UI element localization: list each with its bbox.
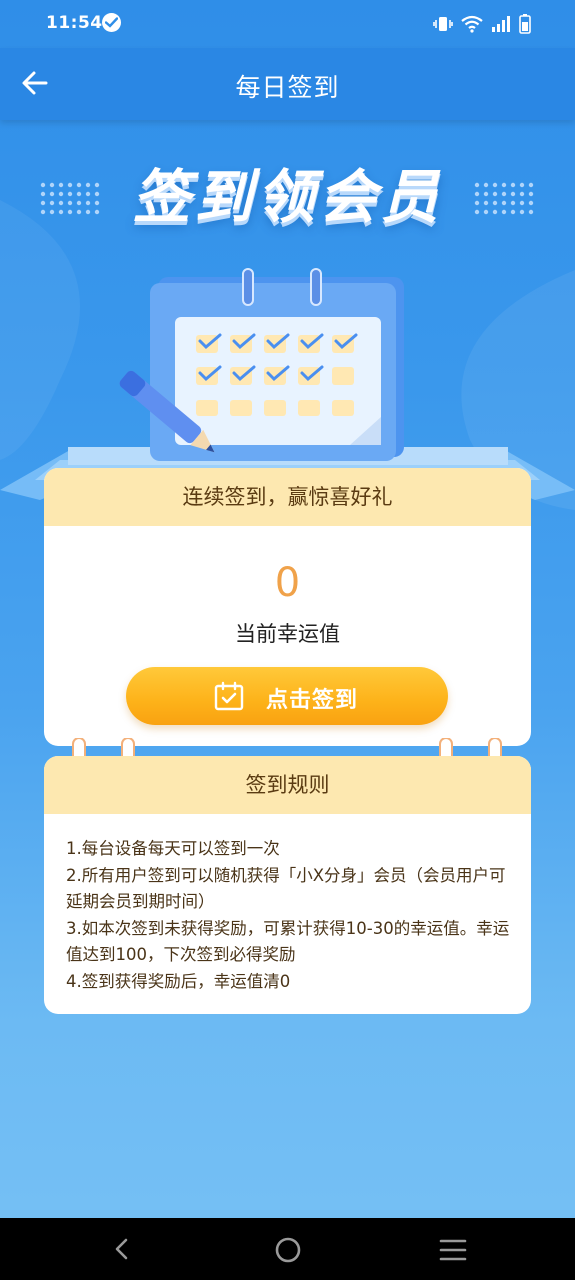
- rule-item: 1.每台设备每天可以签到一次: [66, 839, 280, 858]
- wifi-icon: [461, 15, 483, 33]
- rules-list: 1.每台设备每天可以签到一次 2.所有用户签到可以随机获得「小X分身」会员（会员…: [66, 836, 516, 995]
- battery-icon: [519, 14, 531, 34]
- rule-item: 4.签到获得奖励后，幸运值清0: [66, 971, 291, 991]
- calendar-check-icon: [214, 681, 244, 711]
- status-icons: [433, 14, 531, 34]
- luck-value: 0: [274, 560, 301, 606]
- app-bar: 每日签到: [0, 48, 575, 120]
- nav-back-icon[interactable]: [110, 1237, 134, 1261]
- signal-icon: [492, 16, 510, 32]
- checkin-button[interactable]: 点击签到: [126, 667, 448, 725]
- checkin-card-header: 连续签到，赢惊喜好礼: [44, 468, 531, 526]
- page-title: 每日签到: [235, 73, 340, 102]
- rules-card: 签到规则 1.每台设备每天可以签到一次 2.所有用户签到可以随机获得「小X分身」…: [44, 756, 531, 1014]
- vibrate-icon: [433, 17, 453, 31]
- status-time: 11:54: [46, 13, 103, 33]
- rule-item: 3.如本次签到未获得奖励，可累计获得10-30的幸运值。幸运值达到100，下次签…: [66, 918, 510, 965]
- status-bar: 11:54: [0, 0, 575, 48]
- nav-menu-icon[interactable]: [439, 1238, 467, 1262]
- rules-card-header: 签到规则: [44, 756, 531, 814]
- nav-home-icon[interactable]: [274, 1236, 302, 1264]
- system-nav-bar: [0, 1218, 575, 1280]
- rule-item: 2.所有用户签到可以随机获得「小X分身」会员（会员用户可延期会员到期时间）: [66, 865, 506, 912]
- banner-title: 签到领会员: [132, 163, 443, 231]
- check-circle-icon: [102, 13, 121, 32]
- luck-label: 当前幸运值: [235, 622, 340, 646]
- checkin-button-label: 点击签到: [266, 688, 359, 713]
- checkin-card: 连续签到，赢惊喜好礼 0 当前幸运值 点击签到: [44, 468, 531, 746]
